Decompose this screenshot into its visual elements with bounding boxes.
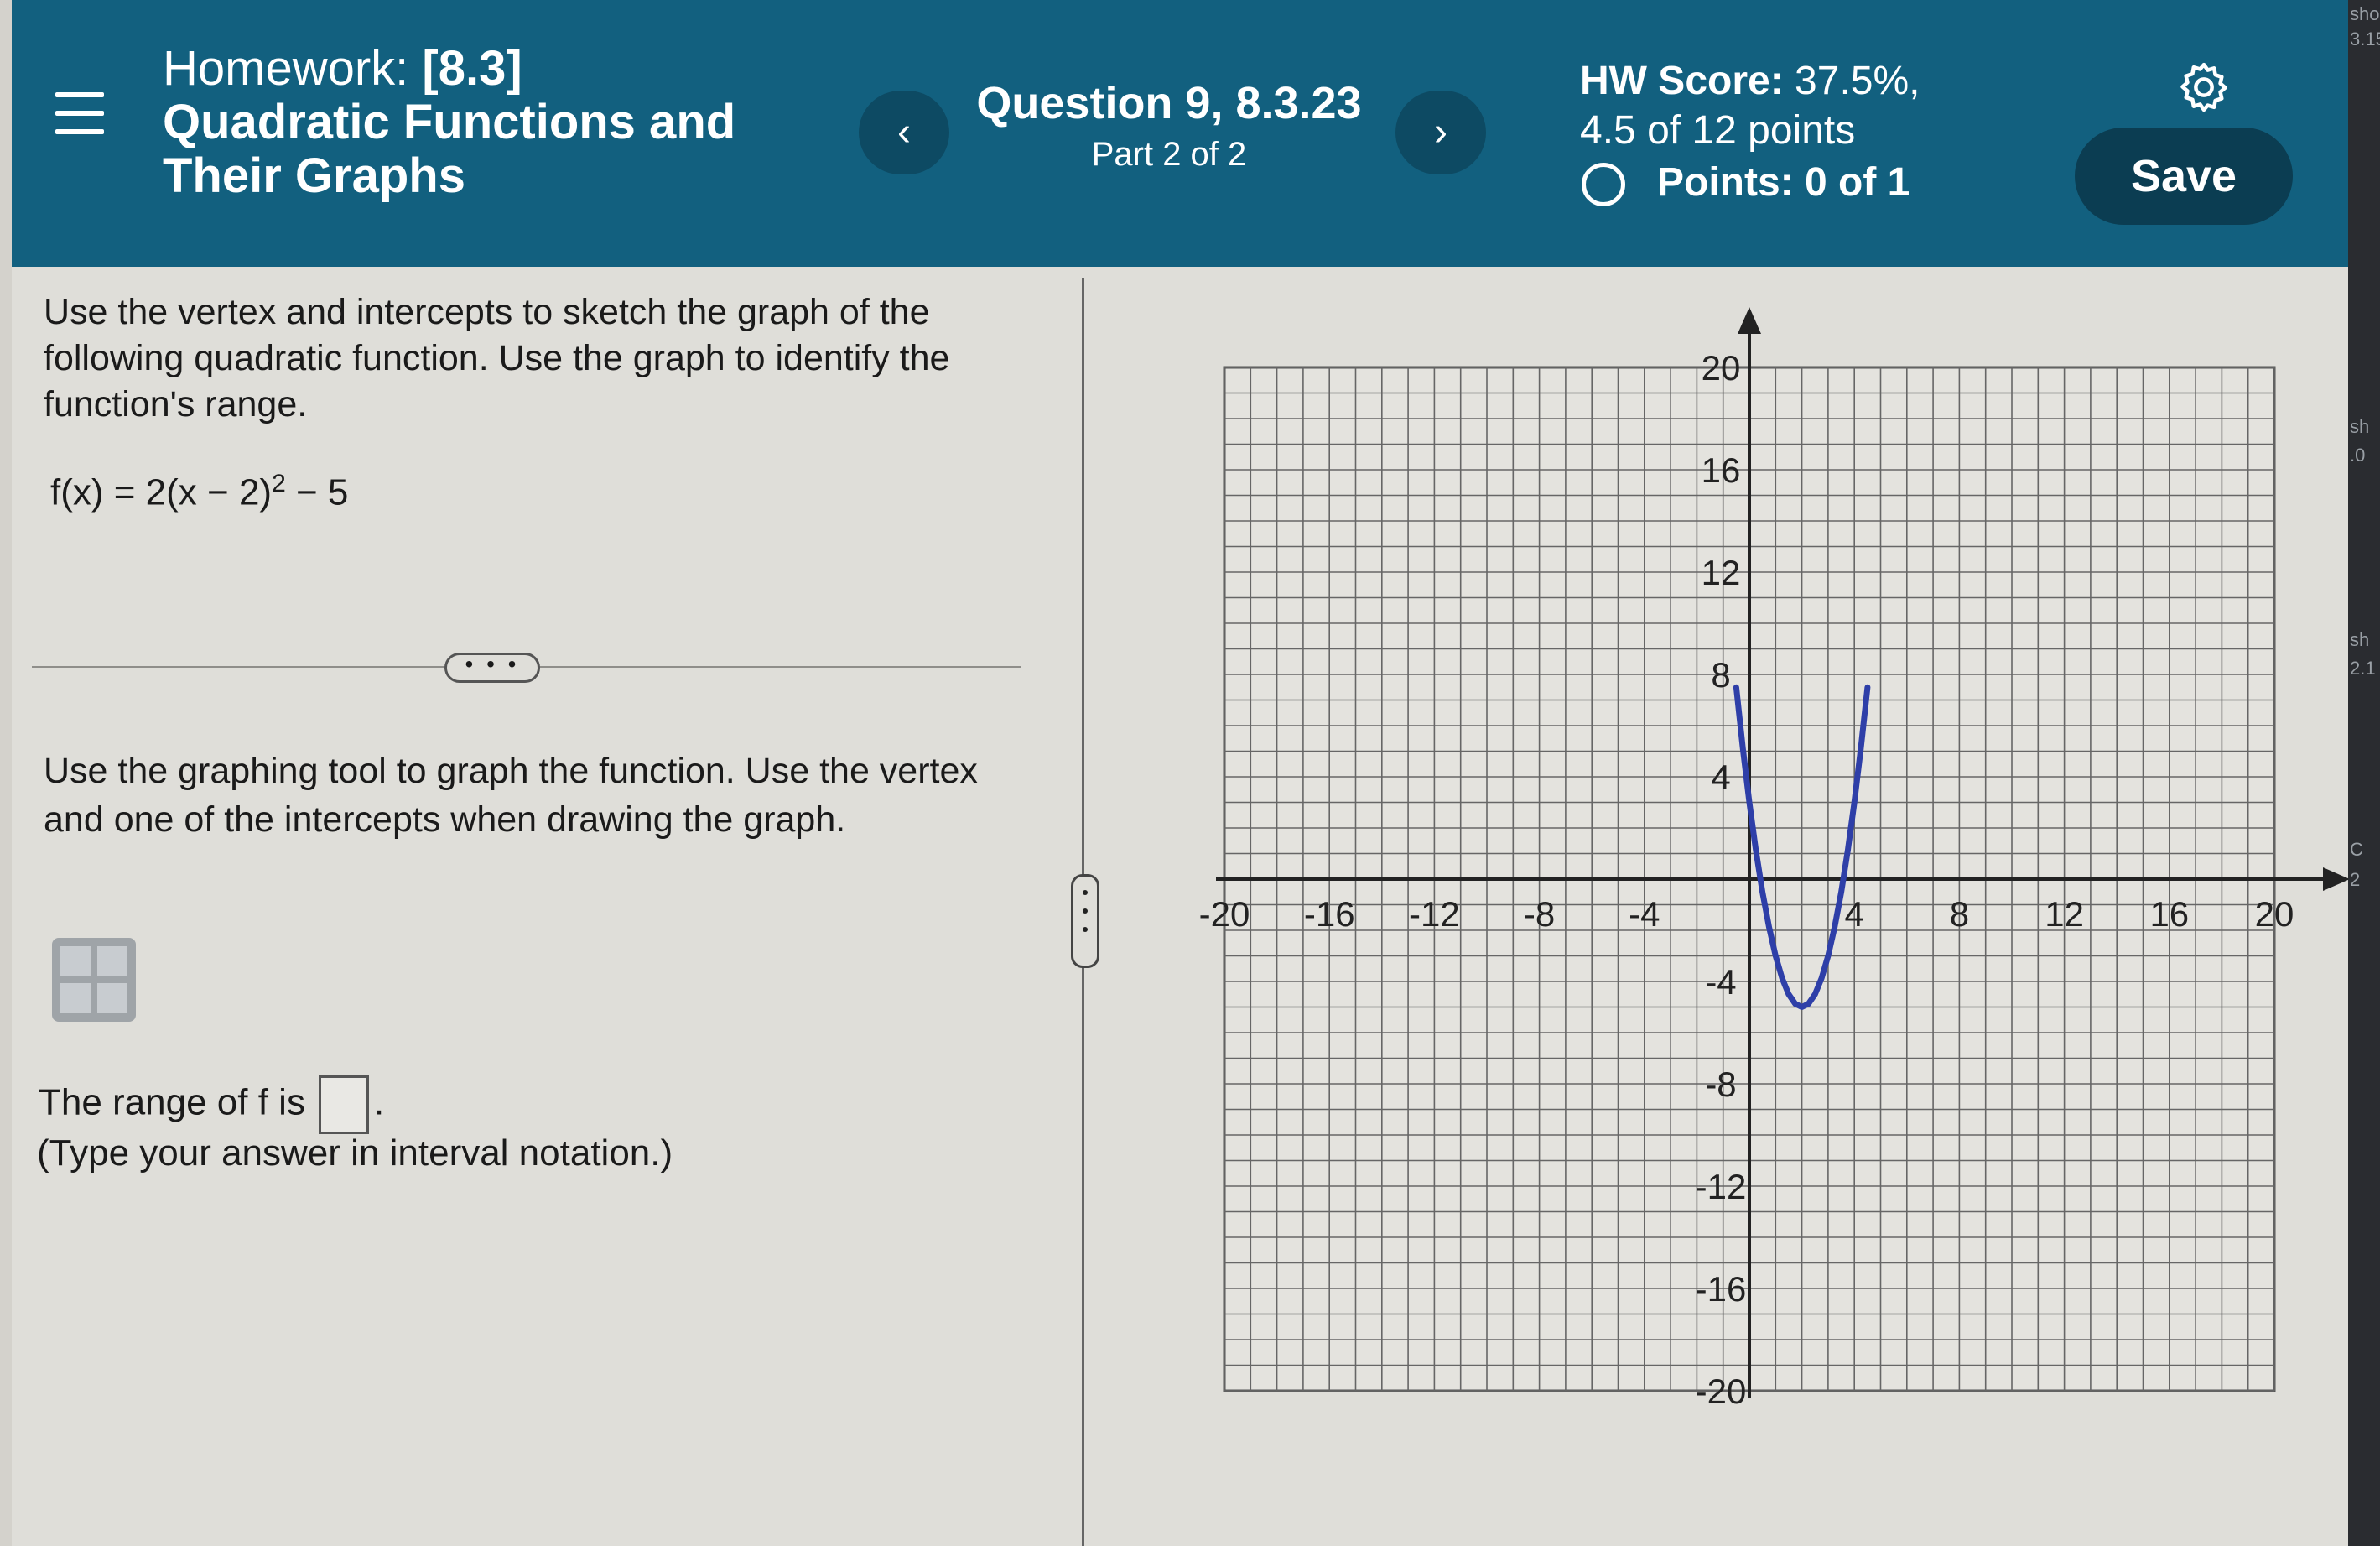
homework-title: Quadratic Functions and Their Graphs	[163, 95, 736, 203]
homework-label: Homework: [8.3]	[163, 42, 522, 96]
x-tick-label: -8	[1524, 894, 1555, 934]
y-tick-label: -8	[1705, 1065, 1736, 1104]
function-exponent: 2	[272, 470, 286, 497]
gear-icon[interactable]	[2175, 59, 2232, 116]
y-tick-label: 12	[1702, 553, 1741, 592]
x-tick-label: 4	[1845, 894, 1864, 934]
y-tick-label: -16	[1696, 1269, 1747, 1309]
y-tick-label: 4	[1711, 757, 1730, 797]
x-tick-label: -16	[1304, 894, 1355, 934]
homework-prefix: Homework:	[163, 41, 409, 96]
splitter-handle[interactable]	[1071, 874, 1099, 968]
graph-canvas[interactable]: -20 -16 -12 -8 -4 4 8 12 16 20 20 16 12 8 4 -4 -8 -12 -16 -…	[1191, 302, 2348, 1426]
x-tick-label: -4	[1629, 894, 1660, 934]
screen-edge	[2348, 0, 2380, 1546]
x-tick-label: 20	[2255, 894, 2294, 934]
y-tick-label: -20	[1696, 1372, 1747, 1411]
save-button[interactable]: Save	[2075, 128, 2293, 225]
edge-label: sh	[2350, 416, 2370, 437]
x-tick-label: -20	[1199, 894, 1250, 934]
question-part: Part 2 of 2	[1091, 136, 1247, 173]
range-question: The range of f is.	[39, 1075, 384, 1134]
range-suffix: .	[373, 1081, 385, 1123]
range-prefix: The range of f is	[39, 1081, 305, 1123]
edge-label: C	[2350, 839, 2363, 860]
hw-score-value: 37.5%,	[1795, 59, 1920, 103]
edge-label: 3.15	[2350, 29, 2380, 49]
graphing-tool-icon[interactable]	[52, 938, 136, 1022]
y-tick-label: -12	[1696, 1167, 1747, 1206]
edge-label: 2.1	[2350, 658, 2376, 679]
header-bar: Homework: [8.3] Quadratic Functions and …	[12, 0, 2348, 267]
points-status-circle-icon	[1582, 163, 1625, 206]
x-tick-label: 8	[1950, 894, 1969, 934]
chevron-left-icon: ‹	[897, 110, 911, 154]
chevron-right-icon: ›	[1434, 110, 1447, 154]
hw-score: HW Score: 37.5%,	[1580, 57, 1920, 106]
y-axis-arrow	[1738, 307, 1761, 334]
edge-label: sho	[2350, 3, 2380, 24]
hw-score-label: HW Score:	[1580, 59, 1784, 103]
function-constant: − 5	[285, 471, 349, 513]
x-tick-label: 12	[2045, 894, 2084, 934]
graph-instruction: Use the graphing tool to graph the funct…	[44, 751, 978, 840]
edge-label: 2	[2350, 869, 2361, 890]
show-more-button[interactable]: • • •	[444, 653, 540, 683]
homework-section: [8.3]	[422, 41, 522, 96]
question-title: Question 9, 8.3.23	[976, 78, 1362, 128]
y-tick-label: 16	[1702, 450, 1741, 490]
x-tick-label: 16	[2149, 894, 2189, 934]
previous-question-button[interactable]: ‹	[859, 91, 949, 174]
y-tick-label: 20	[1702, 348, 1741, 388]
range-answer-input[interactable]	[318, 1075, 369, 1134]
function-expression: f(x) = 2(x − 2)2 − 5	[50, 470, 348, 514]
x-tick-label: -12	[1409, 894, 1460, 934]
edge-label: sh	[2350, 629, 2370, 650]
hamburger-menu-icon[interactable]	[55, 92, 104, 136]
next-question-button[interactable]: ›	[1395, 91, 1486, 174]
function-base: f(x) = 2(x − 2)	[50, 471, 273, 513]
hw-points: 4.5 of 12 points	[1580, 108, 1856, 153]
question-prompt: Use the vertex and intercepts to sketch …	[44, 292, 950, 424]
answer-hint: (Type your answer in interval notation.)	[37, 1132, 673, 1174]
x-axis-arrow	[2323, 867, 2348, 891]
y-tick-label: -4	[1705, 962, 1736, 1002]
question-points: Points: 0 of 1	[1657, 160, 1910, 205]
y-tick-label: 8	[1711, 655, 1730, 695]
edge-label: .0	[2350, 445, 2366, 466]
